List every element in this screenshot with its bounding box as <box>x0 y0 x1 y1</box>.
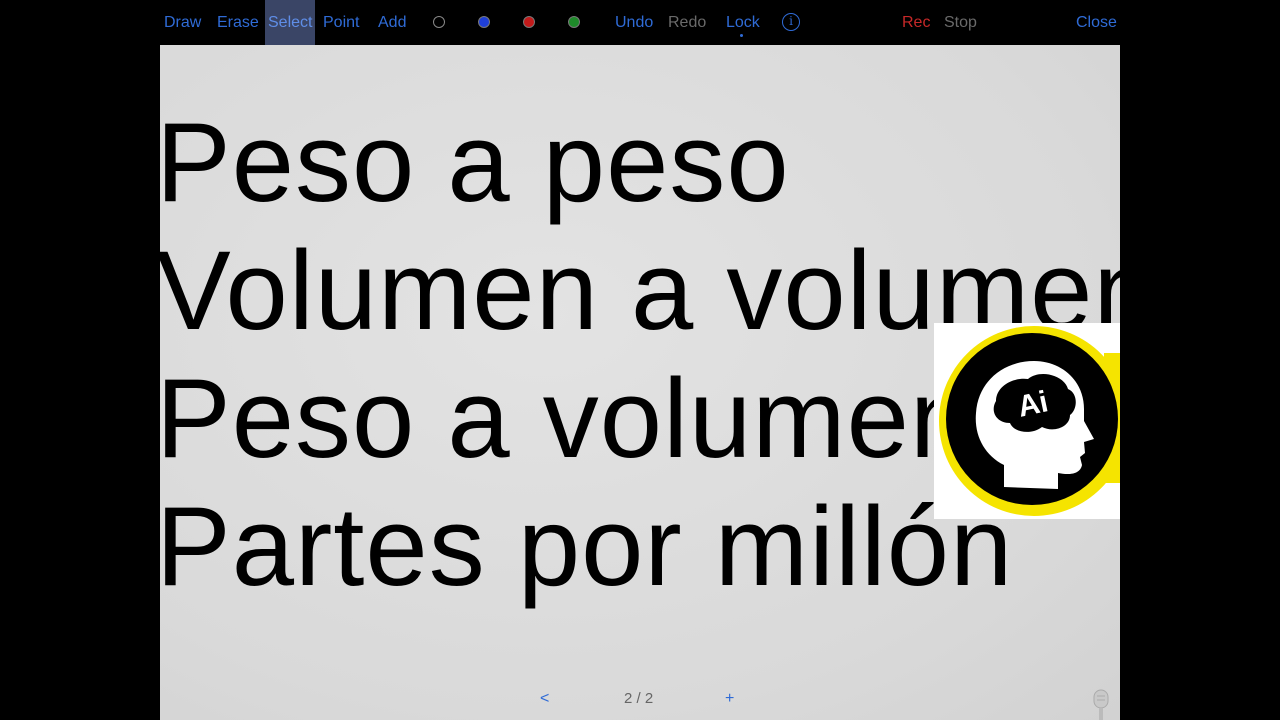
brain-head-icon: Ai <box>939 326 1120 516</box>
color-black-swatch[interactable] <box>433 16 445 28</box>
annotation-toolbar: Draw Erase Select Point Add Undo Redo Lo… <box>160 0 1120 45</box>
stop-button[interactable]: Stop <box>944 0 977 45</box>
previous-page-button[interactable]: < <box>540 682 549 716</box>
draw-button[interactable]: Draw <box>164 0 201 45</box>
record-button[interactable]: Rec <box>902 0 930 45</box>
add-page-button[interactable]: + <box>725 682 734 716</box>
select-button[interactable]: Select <box>265 0 316 45</box>
lock-indicator-dot <box>740 34 743 37</box>
info-icon[interactable]: i <box>782 13 800 31</box>
slide-text-line: Partes por millón <box>160 484 1014 609</box>
close-button[interactable]: Close <box>1076 0 1117 45</box>
color-green-swatch[interactable] <box>568 16 580 28</box>
slide-text-line: Peso a volumen <box>160 356 974 481</box>
slide-text-line: Peso a peso <box>160 100 790 225</box>
color-blue-swatch[interactable] <box>478 16 490 28</box>
microphone-icon[interactable] <box>1092 688 1110 720</box>
lock-button[interactable]: Lock <box>726 0 760 45</box>
erase-button[interactable]: Erase <box>217 0 259 45</box>
ai-brain-logo: Ai <box>934 323 1120 519</box>
add-button[interactable]: Add <box>378 0 406 45</box>
slide-canvas[interactable]: Peso a peso Volumen a volumen Peso a vol… <box>160 45 1120 720</box>
page-counter: 2 / 2 <box>624 690 654 707</box>
color-red-swatch[interactable] <box>523 16 535 28</box>
redo-button[interactable]: Redo <box>668 0 706 45</box>
undo-button[interactable]: Undo <box>615 0 653 45</box>
point-button[interactable]: Point <box>323 0 359 45</box>
